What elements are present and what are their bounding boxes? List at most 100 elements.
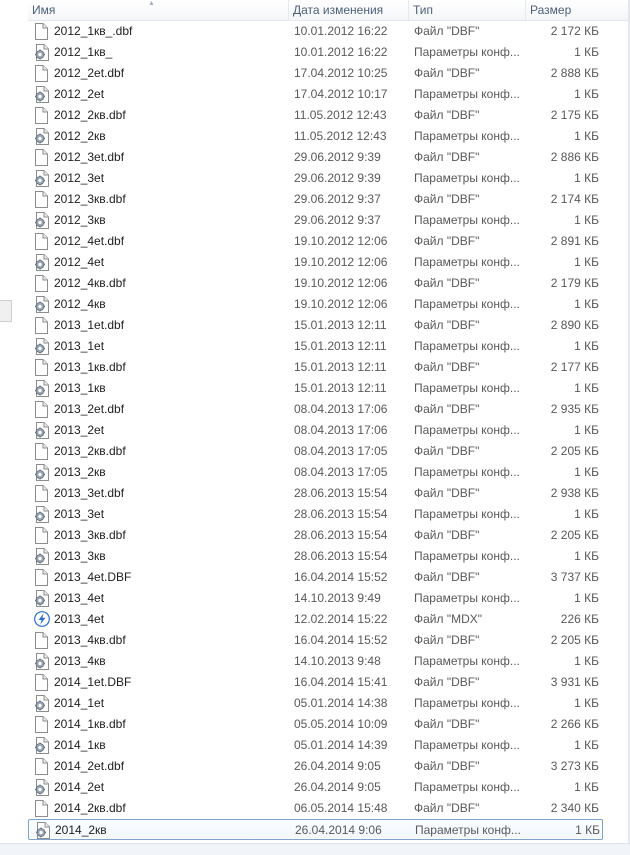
file-date-modified: 26.04.2014 9:05 [294,780,381,794]
file-row[interactable]: 2013_3кв.dbf 28.06.2013 15:54 Файл "DBF" 2 … [28,525,603,546]
file-type: Файл "DBF" [414,318,480,332]
file-type: Параметры конф... [414,45,520,59]
file-date-modified: 08.04.2013 17:05 [294,465,388,479]
file-name: 2013_4et [54,591,105,605]
file-date-modified: 05.05.2014 10:09 [294,717,388,731]
settings-file-icon [34,506,50,523]
file-type: Файл "DBF" [414,444,480,458]
settings-file-icon [34,653,50,670]
file-row[interactable]: 2013_4et 14.10.2013 9:49 Параметры конф...… [28,588,603,609]
file-size: 2 174 КБ [550,192,599,206]
file-type: Параметры конф... [414,780,520,794]
file-size: 1 КБ [574,507,599,521]
file-name: 2014_1кв.dbf [54,717,126,731]
file-type: Файл "DBF" [414,633,480,647]
file-row[interactable]: 2014_1кв.dbf 05.05.2014 10:09 Файл "DBF" 2 … [28,714,603,735]
file-row[interactable]: 2012_4кв 19.10.2012 12:06 Параметры конф..… [28,294,603,315]
file-row[interactable]: 2013_4et.DBF 16.04.2014 15:52 Файл "DBF" 3 … [28,567,603,588]
file-row[interactable]: 2013_2et 08.04.2013 17:06 Параметры конф..… [28,420,603,441]
file-row[interactable]: 2013_1et.dbf 15.01.2013 12:11 Файл "DBF" 2 … [28,315,603,336]
file-row[interactable]: 2012_2кв.dbf 11.05.2012 12:43 Файл "DBF" 2 … [28,105,603,126]
file-row[interactable]: 2013_4et 12.02.2014 15:22 Файл "MDX" 226 КБ [28,609,603,630]
file-row[interactable]: 2012_2кв 11.05.2012 12:43 Параметры конф..… [28,126,603,147]
file-size: 3 273 КБ [550,759,599,773]
column-header-date-label: Дата изменения [293,3,384,17]
file-row[interactable]: 2012_4кв.dbf 19.10.2012 12:06 Файл "DBF" 2 … [28,273,603,294]
file-row[interactable]: 2012_3кв.dbf 29.06.2012 9:37 Файл "DBF" 2 1… [28,189,603,210]
file-row[interactable]: 2012_4et 19.10.2012 12:06 Параметры конф..… [28,252,603,273]
file-row[interactable]: 2014_1et.DBF 16.04.2014 15:41 Файл "DBF" 3 … [28,672,603,693]
file-date-modified: 11.05.2012 12:43 [294,129,387,143]
file-row[interactable]: 2014_1et 05.01.2014 14:38 Параметры конф..… [28,693,603,714]
file-name: 2014_2кв [55,823,107,837]
file-size: 1 КБ [574,255,599,269]
file-name: 2013_1et [54,339,105,353]
file-row[interactable]: 2012_3кв 29.06.2012 9:37 Параметры конф...… [28,210,603,231]
column-header-type[interactable]: Тип [409,0,526,20]
file-type: Параметры конф... [414,738,520,752]
file-row[interactable]: 2014_2et.dbf 26.04.2014 9:05 Файл "DBF" 3 2… [28,756,603,777]
file-row[interactable]: 2012_1кв_.dbf 10.01.2012 16:22 Файл "DBF" 2… [28,21,603,42]
file-name: 2013_4кв.dbf [54,633,126,647]
file-name: 2014_2et [54,780,105,794]
file-row[interactable]: 2013_3кв 28.06.2013 15:54 Параметры конф..… [28,546,603,567]
file-size: 2 890 КБ [550,318,599,332]
file-date-modified: 15.01.2013 12:11 [294,318,387,332]
file-row[interactable]: 2013_4кв.dbf 16.04.2014 15:52 Файл "DBF" 2 … [28,630,603,651]
file-row[interactable]: 2014_1кв 05.01.2014 14:39 Параметры конф..… [28,735,603,756]
file-row[interactable]: 2014_2кв 26.04.2014 9:06 Параметры конф...… [28,819,603,840]
file-date-modified: 26.04.2014 9:05 [294,759,381,773]
file-row[interactable]: 2013_3et 28.06.2013 15:54 Параметры конф..… [28,504,603,525]
file-name: 2012_2кв.dbf [54,108,126,122]
file-size: 1 КБ [574,171,599,185]
file-row[interactable]: 2013_2кв 08.04.2013 17:05 Параметры конф..… [28,462,603,483]
file-date-modified: 10.01.2012 16:22 [294,45,388,59]
file-size: 1 КБ [574,465,599,479]
file-type: Файл "DBF" [414,759,480,773]
document-icon [34,65,50,82]
file-type: Параметры конф... [415,823,521,837]
file-row[interactable]: 2012_3et.dbf 29.06.2012 9:39 Файл "DBF" 2 8… [28,147,603,168]
settings-file-icon [34,338,50,355]
file-explorer-window: Имя ▲ Дата изменения Тип Размер 2012_1кв… [0,0,630,855]
file-row[interactable]: 2012_4et.dbf 19.10.2012 12:06 Файл "DBF" 2 … [28,231,603,252]
document-icon [34,674,50,691]
column-header-name[interactable]: Имя ▲ [28,0,289,20]
document-icon [34,632,50,649]
settings-file-icon [34,170,50,187]
file-row[interactable]: 2013_1et 15.01.2013 12:11 Параметры конф..… [28,336,603,357]
column-header-size[interactable]: Размер [526,0,630,20]
file-row[interactable]: 2013_2et.dbf 08.04.2013 17:06 Файл "DBF" 2 … [28,399,603,420]
document-icon [34,569,50,586]
file-row[interactable]: 2012_3et 29.06.2012 9:39 Параметры конф...… [28,168,603,189]
file-size: 1 КБ [574,591,599,605]
file-row[interactable]: 2013_3et.dbf 28.06.2013 15:54 Файл "DBF" 2 … [28,483,603,504]
file-row[interactable]: 2013_1кв.dbf 15.01.2013 12:11 Файл "DBF" 2 … [28,357,603,378]
file-type: Параметры конф... [414,339,520,353]
file-size: 2 340 КБ [550,801,599,815]
file-type: Файл "DBF" [414,402,480,416]
file-row[interactable]: 2013_1кв 15.01.2013 12:11 Параметры конф..… [28,378,603,399]
file-type: Файл "DBF" [414,360,480,374]
pane-splitter-handle[interactable] [0,300,12,322]
settings-file-icon [34,296,50,313]
file-row[interactable]: 2012_1кв_ 10.01.2012 16:22 Параметры конф.… [28,42,603,63]
file-row[interactable]: 2012_2et 17.04.2012 10:17 Параметры конф..… [28,84,603,105]
file-row[interactable]: 2014_2et 26.04.2014 9:05 Параметры конф...… [28,777,603,798]
file-type: Файл "DBF" [414,717,480,731]
file-date-modified: 12.02.2014 15:22 [294,612,388,626]
file-type: Параметры конф... [414,591,520,605]
file-type: Параметры конф... [414,465,520,479]
file-type: Файл "MDX" [414,612,483,626]
file-row[interactable]: 2013_2кв.dbf 08.04.2013 17:05 Файл "DBF" 2 … [28,441,603,462]
file-type: Файл "DBF" [414,570,480,584]
settings-file-icon [34,548,50,565]
file-row[interactable]: 2014_2кв.dbf 06.05.2014 15:48 Файл "DBF" 2 … [28,798,603,819]
document-icon [34,107,50,124]
column-header-date[interactable]: Дата изменения [289,0,409,20]
file-row[interactable]: 2013_4кв 14.10.2013 9:48 Параметры конф...… [28,651,603,672]
settings-file-icon [34,86,50,103]
file-name: 2013_2кв [54,465,106,479]
file-row[interactable]: 2012_2et.dbf 17.04.2012 10:25 Файл "DBF" 2 … [28,63,603,84]
file-type: Файл "DBF" [414,108,480,122]
